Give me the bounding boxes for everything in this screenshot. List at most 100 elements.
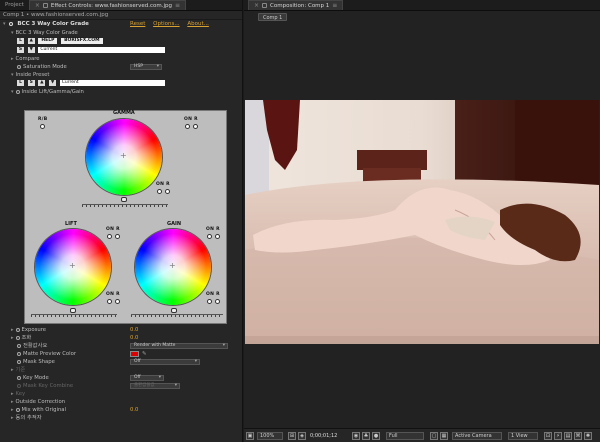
key-mode-dropdown[interactable]: Off xyxy=(130,375,164,381)
param-value[interactable]: 0.0 xyxy=(130,334,138,342)
stopwatch-icon[interactable] xyxy=(17,64,21,69)
fx-icon[interactable] xyxy=(9,21,14,26)
saturation-mode-dropdown[interactable]: HSP xyxy=(130,64,162,70)
composition-viewer[interactable] xyxy=(245,100,599,344)
render-mode-dropdown[interactable]: Render with Matte xyxy=(130,343,228,349)
lift-slider-knob[interactable] xyxy=(70,308,76,313)
about-link[interactable]: About... xyxy=(187,21,209,27)
collapse-triangle-icon[interactable]: ▸ xyxy=(11,407,14,413)
flowchart-icon[interactable]: ⌘ xyxy=(574,432,582,440)
current-time-display[interactable]: 0;00;01;12 xyxy=(310,432,337,440)
arrow-down-icon[interactable]: ▼ xyxy=(27,46,35,53)
exposure-icon[interactable]: ✺ xyxy=(584,432,592,440)
mask-shape-dropdown[interactable]: Off xyxy=(130,359,200,365)
arrow-icon[interactable]: ▲ xyxy=(38,79,46,86)
param-matte-preview-color[interactable]: Matte Preview Color ✎ xyxy=(0,350,242,358)
lift-slider[interactable] xyxy=(31,314,117,317)
load-preset-button[interactable]: L xyxy=(17,37,24,44)
inside-lgg-row[interactable]: ▾ Inside Lift/Gamma/Gain xyxy=(0,88,242,96)
stopwatch-icon[interactable] xyxy=(17,359,21,364)
param-motion-tracker[interactable]: ▸ 동의 추적자 xyxy=(0,414,242,422)
panel-menu-icon[interactable]: ≡ xyxy=(332,1,337,11)
stopwatch-icon[interactable] xyxy=(15,327,20,332)
gain-on-toggle[interactable] xyxy=(207,234,212,239)
gamma-crosshair-icon[interactable]: + xyxy=(120,152,127,160)
gain-r-toggle[interactable] xyxy=(215,234,220,239)
color-channel-icon[interactable]: ● xyxy=(372,432,380,440)
tab-composition[interactable]: × Composition: Comp 1 ≡ xyxy=(248,0,344,11)
lock-icon[interactable] xyxy=(262,3,268,8)
gain-crosshair-icon[interactable]: + xyxy=(169,262,176,270)
gain-slider[interactable] xyxy=(131,314,223,317)
lift-on-toggle-2[interactable] xyxy=(107,299,112,304)
lift-r-toggle[interactable] xyxy=(115,234,120,239)
param-key[interactable]: ▸ Key xyxy=(0,390,242,398)
mask-visibility-icon[interactable]: ◈ xyxy=(298,432,306,440)
preset-field[interactable]: Current xyxy=(38,46,166,53)
help-button[interactable]: HELP xyxy=(38,37,58,44)
transparency-grid-icon[interactable]: ▦ xyxy=(440,432,448,440)
gamma-r-toggle-2[interactable] xyxy=(165,189,170,194)
stopwatch-icon[interactable] xyxy=(17,383,21,388)
always-preview-icon[interactable]: ▣ xyxy=(246,432,254,440)
save-preset-button[interactable]: S xyxy=(27,79,35,86)
gain-r-toggle-2[interactable] xyxy=(215,299,220,304)
collapse-triangle-icon[interactable]: ▸ xyxy=(11,399,14,405)
close-icon[interactable]: × xyxy=(35,1,40,11)
lift-r-toggle-2[interactable] xyxy=(115,299,120,304)
save-preset-button[interactable]: S xyxy=(17,46,24,53)
timeline-icon[interactable]: ▤ xyxy=(564,432,572,440)
collapse-triangle-icon[interactable]: ▸ xyxy=(11,391,14,397)
gamma-on-toggle-2[interactable] xyxy=(157,189,162,194)
arrow-icon[interactable]: ▲ xyxy=(27,37,35,44)
snapshot-icon[interactable]: ◉ xyxy=(352,432,360,440)
resolution-dropdown[interactable]: Full xyxy=(386,432,424,440)
mask-key-combine-dropdown[interactable]: 출판값을값 xyxy=(130,383,180,389)
param-mask-shape[interactable]: Mask Shape Off xyxy=(0,358,242,366)
tab-effect-controls[interactable]: × Effect Controls: www.fashionserved.com… xyxy=(28,0,186,11)
stopwatch-icon[interactable] xyxy=(15,89,20,94)
gamma-slider-knob[interactable] xyxy=(121,197,127,202)
param-mix-with-original[interactable]: ▸ Mix with Original 0.0 xyxy=(0,406,242,414)
options-link[interactable]: Options... xyxy=(153,21,179,27)
safe-areas-icon[interactable]: ⊞ xyxy=(288,432,296,440)
view-layout-dropdown[interactable]: 1 View xyxy=(508,432,538,440)
toggle-pixel-aspect-icon[interactable]: ⊡ xyxy=(544,432,552,440)
lift-crosshair-icon[interactable]: + xyxy=(69,262,76,270)
collapse-triangle-icon[interactable]: ▸ xyxy=(11,56,14,62)
param-exposure[interactable]: ▸ Exposure 0.0 xyxy=(0,326,242,334)
panel-menu-icon[interactable]: ≡ xyxy=(175,1,180,11)
eyedropper-icon[interactable]: ✎ xyxy=(142,350,146,358)
inside-preset-row[interactable]: ▾ Inside Preset xyxy=(0,71,242,79)
stopwatch-icon[interactable] xyxy=(17,375,21,380)
param-value[interactable]: 0.0 xyxy=(130,406,138,414)
stopwatch-icon[interactable] xyxy=(15,335,20,340)
camera-dropdown[interactable]: Active Camera xyxy=(452,432,502,440)
gamma-on-toggle[interactable] xyxy=(185,124,190,129)
gain-slider-knob[interactable] xyxy=(171,308,177,313)
expand-triangle-icon[interactable]: ▾ xyxy=(11,89,14,95)
inside-preset-field[interactable]: Current xyxy=(59,79,165,86)
rb-toggle[interactable] xyxy=(40,124,45,129)
param-harmony[interactable]: ▸ 조화 0.0 xyxy=(0,334,242,342)
effect-header-row[interactable]: ▾ BCC 3 Way Color Grade Reset Options...… xyxy=(0,20,242,29)
fast-previews-icon[interactable]: ⚡ xyxy=(554,432,562,440)
stopwatch-icon[interactable] xyxy=(17,343,21,348)
lift-on-toggle[interactable] xyxy=(107,234,112,239)
gain-on-toggle-2[interactable] xyxy=(207,299,212,304)
group-row[interactable]: ▾ BCC 3 Way Color Grade xyxy=(0,29,242,37)
param-value[interactable]: 0.0 xyxy=(130,326,138,334)
collapse-triangle-icon[interactable]: ▸ xyxy=(11,367,14,373)
comp-chip[interactable]: Comp 1 xyxy=(258,13,288,21)
tab-project[interactable]: Project xyxy=(0,0,29,10)
collapse-triangle-icon[interactable]: ▸ xyxy=(11,415,14,421)
region-of-interest-icon[interactable]: ▢ xyxy=(430,432,438,440)
collapse-triangle-icon[interactable]: ▸ xyxy=(11,327,14,333)
gamma-slider[interactable] xyxy=(82,204,168,207)
matte-color-swatch[interactable] xyxy=(130,351,139,357)
collapse-triangle-icon[interactable]: ▸ xyxy=(11,335,14,341)
param-render-mode[interactable]: 전활값사요 Render with Matte xyxy=(0,342,242,350)
param-mask-key-combine[interactable]: Mask Key Combine 출판값을값 xyxy=(0,382,242,390)
stopwatch-icon[interactable] xyxy=(17,351,21,356)
param-outside-correction[interactable]: ▸ Outside Correction xyxy=(0,398,242,406)
